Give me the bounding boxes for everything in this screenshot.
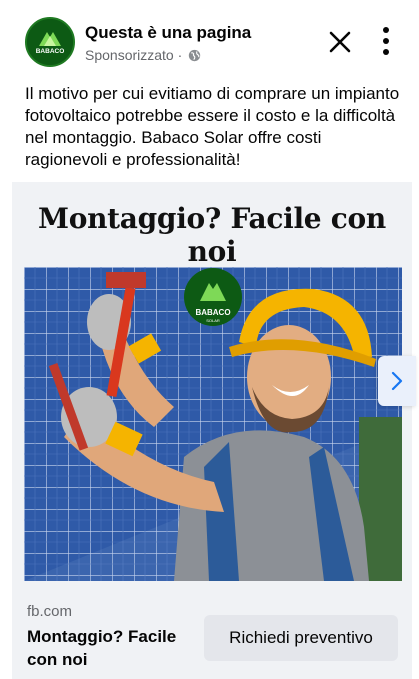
babaco-logo-icon: BABACO xyxy=(27,19,73,65)
sponsored-row: Sponsorizzato · xyxy=(85,47,201,63)
more-options-button[interactable] xyxy=(378,25,394,57)
separator-dot: · xyxy=(177,47,183,63)
page-name[interactable]: Questa è una pagina xyxy=(85,23,251,43)
close-icon xyxy=(329,31,351,53)
ad-headline: Montaggio? Facile con noi xyxy=(38,202,386,268)
ad-image[interactable]: BABACO SOLAR xyxy=(24,267,402,581)
page-avatar[interactable]: BABACO xyxy=(25,17,75,67)
chevron-right-icon xyxy=(391,371,403,391)
more-vertical-icon xyxy=(383,27,389,55)
close-button[interactable] xyxy=(326,28,354,56)
sponsored-label[interactable]: Sponsorizzato xyxy=(85,47,174,63)
ad-domain[interactable]: fb.com xyxy=(27,603,72,620)
ad-post: BABACO Questa è una pagina Sponsorizzato… xyxy=(12,0,416,679)
post-header: BABACO Questa è una pagina Sponsorizzato… xyxy=(12,0,412,82)
ad-footer: fb.com Montaggio? Facile con noi Richied… xyxy=(12,582,412,679)
post-text: Il motivo per cui evitiamo di comprare u… xyxy=(25,84,400,169)
ad-carousel: Montaggio? Facile con noi BABACO SOLAR f… xyxy=(12,182,416,679)
solar-installer-illustration: BABACO SOLAR xyxy=(24,267,402,581)
cta-button[interactable]: Richiedi preventivo xyxy=(204,615,398,661)
globe-icon xyxy=(188,49,201,62)
image-logo-subtext: SOLAR xyxy=(206,318,220,323)
image-logo-text: BABACO xyxy=(195,308,230,317)
carousel-next-button[interactable] xyxy=(378,356,416,406)
avatar-logo-text: BABACO xyxy=(36,48,65,55)
ad-footer-title[interactable]: Montaggio? Facile con noi xyxy=(27,625,187,671)
